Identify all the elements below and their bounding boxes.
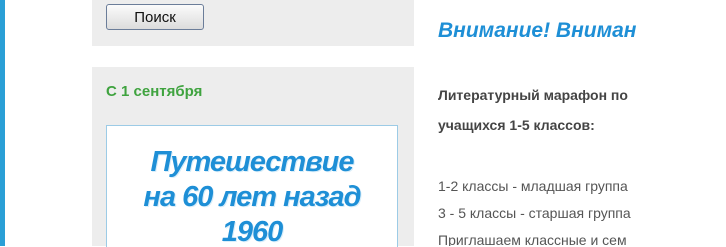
class-group-junior: 1-2 классы - младшая группа (438, 178, 628, 194)
main-content: Внимание! Вниман Литературный марафон по… (438, 0, 726, 246)
news-block: С 1 сентября Путешествие на 60 лет назад… (92, 67, 414, 247)
promo-banner-line-2: на 60 лет назад (143, 181, 361, 213)
promo-banner-line-3: 1960 (221, 216, 284, 247)
news-date: С 1 сентября (106, 83, 203, 100)
marathon-line-2: учащихся 1-5 классов: (438, 117, 595, 133)
class-group-senior: 3 - 5 классы - старшая группа (438, 205, 631, 221)
promo-banner-line-1: Путешествие (150, 146, 354, 178)
marathon-line-1: Литературный марафон по (438, 87, 628, 103)
invitation-text: Приглашаем классные и сем (438, 232, 627, 246)
search-block: Поиск (92, 0, 414, 46)
left-border-rule (0, 0, 5, 246)
marathon-announcement: Литературный марафон по учащихся 1-5 кла… (438, 80, 628, 140)
sidebar: Поиск С 1 сентября Путешествие на 60 лет… (92, 0, 414, 247)
search-button[interactable]: Поиск (106, 4, 204, 30)
attention-heading: Внимание! Вниман (438, 19, 637, 42)
promo-banner[interactable]: Путешествие на 60 лет назад 1960 (106, 125, 398, 247)
